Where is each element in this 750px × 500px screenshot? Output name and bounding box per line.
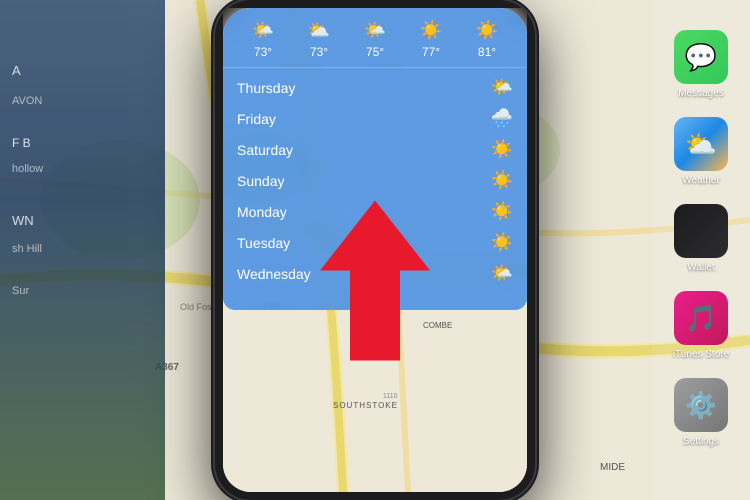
temp-icon-2: 🌤️: [364, 20, 386, 41]
temp-icon-3: ☀️: [420, 20, 442, 41]
forecast-icon-5: ☀️: [491, 232, 513, 253]
settings-icon: ⚙️: [674, 378, 728, 432]
weather-label: Weather: [682, 175, 720, 186]
iphone-screen: Old Fosse Rd A367 B3110 COMBE SOUTHSTOKE…: [223, 8, 527, 492]
temp-col-0: 🌤️ 73°: [252, 20, 274, 59]
svg-text:MIDE: MIDE: [600, 462, 625, 473]
app-itunes[interactable]: 🎵 iTunes Store: [673, 291, 729, 360]
temp-icon-1: ⛅: [308, 20, 330, 41]
temp-value-3: 77°: [422, 45, 440, 59]
wallet-icon: [674, 204, 728, 258]
right-dock: 💬 Messages ⛅ Weather Wallet 🎵 iTunes Sto…: [652, 0, 750, 500]
iphone-frame: Old Fosse Rd A367 B3110 COMBE SOUTHSTOKE…: [215, 0, 535, 500]
left-app-panel: A AVON F B hollow WN sh Hill Sur: [0, 0, 165, 500]
messages-label: Messages: [678, 88, 724, 99]
temp-value-1: 73°: [310, 45, 328, 59]
forecast-day-2: Saturday: [237, 142, 491, 158]
forecast-row-1: Friday 🌧️: [223, 103, 527, 134]
forecast-day-3: Sunday: [237, 173, 491, 189]
settings-label: Settings: [683, 436, 719, 447]
temp-col-1: ⛅ 73°: [308, 20, 330, 59]
temp-row: 🌤️ 73° ⛅ 73° 🌤️ 75° ☀️ 77°: [223, 16, 527, 68]
forecast-icon-4: ☀️: [491, 201, 513, 222]
messages-icon: 💬: [674, 30, 728, 84]
forecast-day-1: Friday: [237, 111, 491, 127]
forecast-row-0: Thursday 🌤️: [223, 72, 527, 103]
forecast-row-3: Sunday ☀️: [223, 165, 527, 196]
forecast-icon-3: ☀️: [491, 170, 513, 191]
app-wallet[interactable]: Wallet: [674, 204, 728, 273]
temp-col-3: ☀️ 77°: [420, 20, 442, 59]
app-settings[interactable]: ⚙️ Settings: [674, 378, 728, 447]
temp-value-4: 81°: [478, 45, 496, 59]
forecast-icon-6: 🌤️: [491, 263, 513, 284]
app-messages[interactable]: 💬 Messages: [674, 30, 728, 99]
weather-icon: ⛅: [674, 117, 728, 171]
app-weather[interactable]: ⛅ Weather: [674, 117, 728, 186]
temp-col-2: 🌤️ 75°: [364, 20, 386, 59]
itunes-icon: 🎵: [674, 291, 728, 345]
scene: Old Fosse Rd A367 B3110 COMBE SOUTHSTOKE…: [0, 0, 750, 500]
temp-value-0: 73°: [254, 45, 272, 59]
temp-icon-0: 🌤️: [252, 20, 274, 41]
temp-col-4: ☀️ 81°: [476, 20, 498, 59]
svg-text:1110: 1110: [383, 393, 398, 400]
red-arrow: [320, 201, 430, 366]
temp-icon-4: ☀️: [476, 20, 498, 41]
forecast-icon-2: ☀️: [491, 139, 513, 160]
forecast-icon-0: 🌤️: [491, 77, 513, 98]
forecast-row-2: Saturday ☀️: [223, 134, 527, 165]
temp-value-2: 75°: [366, 45, 384, 59]
itunes-label: iTunes Store: [673, 349, 729, 360]
forecast-icon-1: 🌧️: [491, 108, 513, 129]
svg-text:SOUTHSTOKE: SOUTHSTOKE: [333, 401, 398, 410]
forecast-day-0: Thursday: [237, 80, 491, 96]
wallet-label: Wallet: [687, 262, 714, 273]
